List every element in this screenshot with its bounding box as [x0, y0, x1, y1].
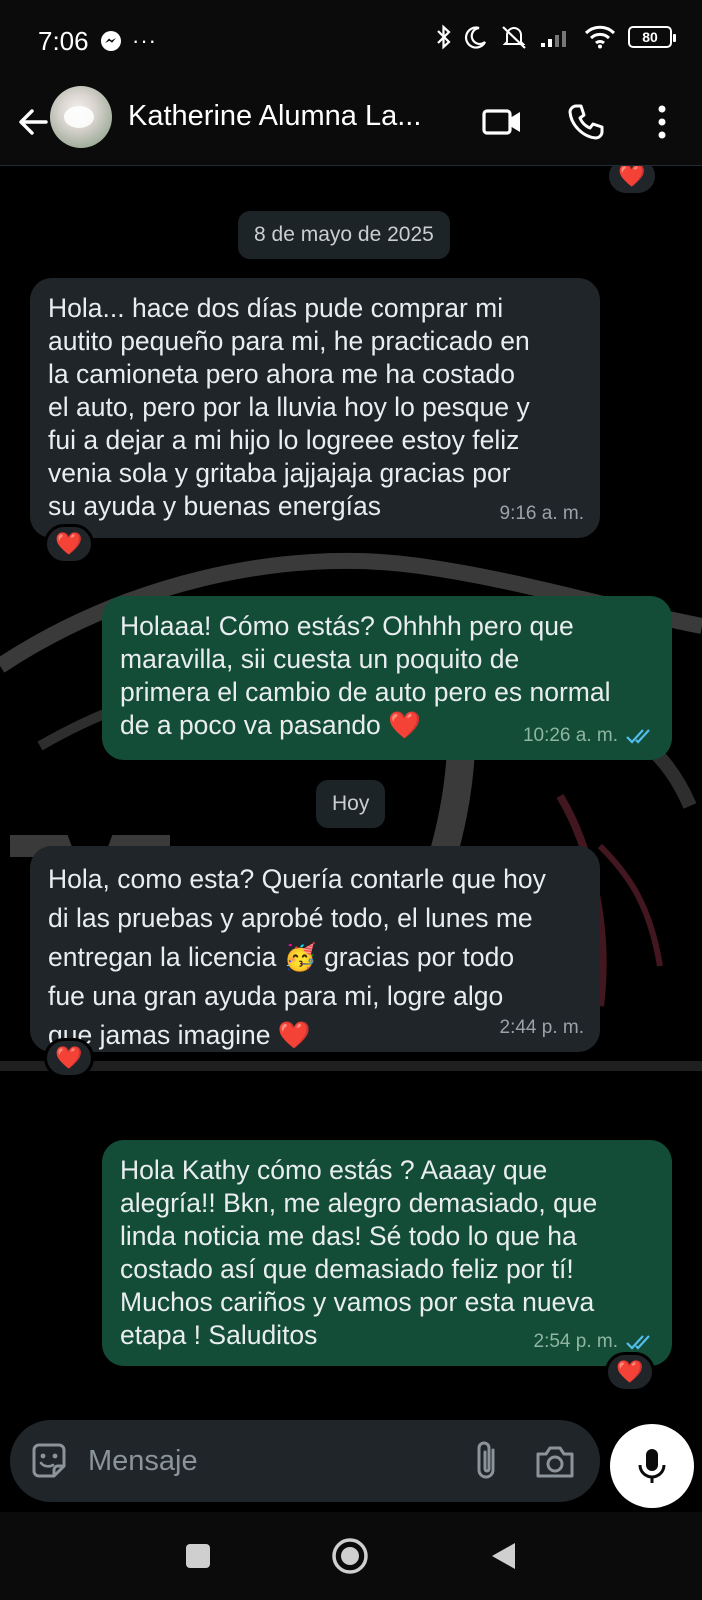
voice-message-button[interactable]	[610, 1424, 694, 1508]
message-meta: 10:26 a. m.	[523, 719, 656, 752]
reaction-badge[interactable]: ❤️	[44, 524, 94, 564]
triangle-back-icon	[492, 1543, 515, 1569]
heart-reaction: ❤️	[616, 1359, 644, 1384]
date-separator: 8 de mayo de 2025	[238, 211, 450, 259]
status-bar: 7:06 ··· 80	[0, 0, 702, 82]
incoming-message[interactable]: Hola, como esta? Quería contarle que hoy…	[30, 846, 600, 1052]
system-navigation-bar	[0, 1512, 702, 1600]
message-meta: 2:44 p. m.	[500, 1011, 585, 1044]
emoji-sticker-icon[interactable]	[28, 1440, 70, 1482]
reaction-badge[interactable]: ❤️	[606, 166, 658, 196]
recent-apps-button[interactable]	[176, 1534, 220, 1578]
date-separator: Hoy	[316, 780, 386, 828]
reaction-badge[interactable]: ❤️	[605, 1352, 655, 1392]
message-input[interactable]	[88, 1438, 428, 1484]
message-meta: 9:16 a. m.	[500, 497, 585, 530]
heart-reaction: ❤️	[55, 531, 83, 556]
messenger-icon	[101, 31, 121, 51]
contact-avatar[interactable]	[50, 86, 112, 148]
message-composer	[10, 1420, 600, 1502]
read-double-check-icon	[626, 1334, 650, 1350]
read-double-check-icon	[626, 728, 650, 744]
heart-reaction: ❤️	[55, 1045, 83, 1070]
video-call-icon[interactable]	[480, 100, 524, 144]
voice-call-icon[interactable]	[564, 100, 608, 144]
attach-paperclip-icon[interactable]	[465, 1438, 509, 1484]
battery-level: 80	[642, 29, 658, 45]
reaction-badge[interactable]: ❤️	[44, 1038, 94, 1078]
chat-header: Katherine Alumna La...	[0, 82, 702, 166]
square-icon	[186, 1544, 210, 1568]
do-not-disturb-moon-icon	[464, 26, 486, 49]
circle-home-icon	[332, 1538, 368, 1574]
message-text: Hola Kathy cómo estás ? Aaaay que alegrí…	[120, 1155, 598, 1350]
message-time: 9:16 a. m.	[499, 503, 585, 524]
camera-icon[interactable]	[532, 1440, 578, 1484]
microphone-icon	[638, 1449, 666, 1483]
signal-icon	[541, 31, 566, 47]
bluetooth-icon	[437, 24, 451, 50]
message-time: 2:44 p. m.	[499, 1017, 585, 1038]
message-time: 2:54 p. m.	[533, 1331, 619, 1352]
more-notifications-icon: ···	[132, 28, 157, 53]
home-button[interactable]	[328, 1534, 372, 1578]
back-arrow-icon[interactable]	[14, 102, 54, 142]
chat-area[interactable]: ❤️ 8 de mayo de 2025 Hola... hace dos dí…	[0, 166, 702, 1410]
status-time: 7:06	[38, 26, 89, 56]
message-text: Hola... hace dos días pude comprar mi au…	[48, 293, 530, 521]
message-time: 10:26 a. m.	[522, 725, 618, 746]
wifi-icon	[584, 25, 616, 49]
date-separator-label: 8 de mayo de 2025	[254, 223, 434, 246]
muted-bell-icon	[502, 26, 526, 49]
battery-indicator: 80	[628, 26, 676, 48]
more-options-icon[interactable]	[640, 100, 684, 144]
back-button[interactable]	[482, 1534, 526, 1578]
outgoing-message[interactable]: Hola Kathy cómo estás ? Aaaay que alegrí…	[102, 1140, 672, 1366]
heart-reaction: ❤️	[618, 166, 646, 188]
incoming-message[interactable]: Hola... hace dos días pude comprar mi au…	[30, 278, 600, 538]
date-separator-label: Hoy	[332, 792, 370, 815]
outgoing-message[interactable]: Holaaa! Cómo estás? Ohhhh pero que marav…	[102, 596, 672, 760]
contact-name[interactable]: Katherine Alumna La...	[128, 100, 421, 133]
